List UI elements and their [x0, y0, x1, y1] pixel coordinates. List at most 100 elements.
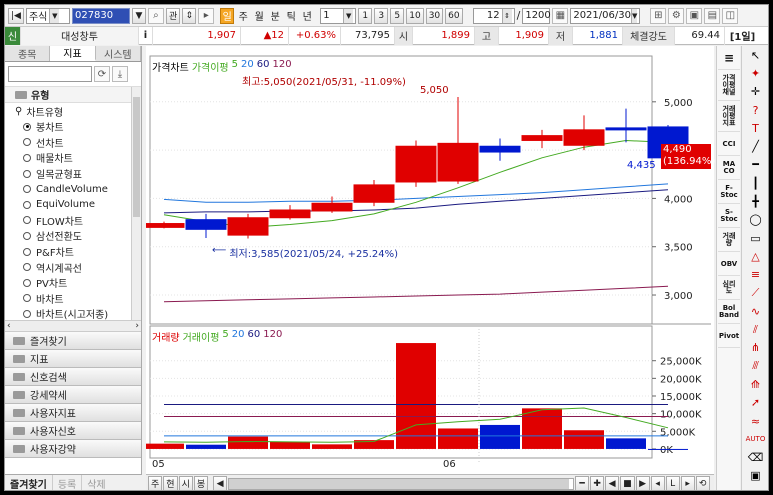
tab-indicators[interactable]: 지표: [50, 46, 96, 61]
related-tab-button[interactable]: 관: [165, 7, 181, 24]
count-input[interactable]: 12 ⇕: [472, 7, 515, 24]
grid-icon[interactable]: ▦: [552, 7, 569, 24]
cycle-icon[interactable]: ∿: [742, 302, 768, 320]
chart-type-item[interactable]: 삼선전환도: [5, 228, 141, 244]
cursor-icon[interactable]: ↖: [742, 46, 768, 64]
scroll-left-button[interactable]: ◀: [213, 475, 228, 490]
minute-1-button[interactable]: 1: [358, 7, 373, 24]
stop-button[interactable]: ■: [620, 475, 635, 490]
reset-button[interactable]: ⟲: [695, 475, 710, 490]
channel-icon[interactable]: ⫻: [742, 357, 768, 375]
category-item[interactable]: 사용자신호: [5, 422, 141, 440]
indicator-button[interactable]: Pivot: [718, 325, 740, 348]
zoom-candle-button[interactable]: 봉: [193, 475, 209, 490]
minute-60-button[interactable]: 60: [445, 7, 463, 24]
eraser-icon[interactable]: ⌫: [742, 449, 768, 467]
hline-icon[interactable]: ━: [742, 156, 768, 174]
category-item[interactable]: 사용자지표: [5, 404, 141, 422]
radio-icon[interactable]: [23, 294, 31, 303]
category-item[interactable]: 즐겨찾기: [5, 332, 141, 350]
radio-icon[interactable]: [23, 309, 31, 318]
triangle-icon[interactable]: △: [742, 247, 768, 265]
trendline-icon[interactable]: ╱: [742, 137, 768, 155]
chart-type-item[interactable]: EquiVolume: [5, 197, 141, 213]
pitchfork-icon[interactable]: ⋔: [742, 339, 768, 357]
indicator-button[interactable]: 거래 량: [718, 229, 740, 252]
fibo-icon[interactable]: ≡: [742, 266, 768, 284]
indicator-button[interactable]: 심리 도: [718, 277, 740, 300]
info-icon[interactable]: i: [139, 26, 153, 45]
arrow-icon[interactable]: ▸: [198, 7, 215, 24]
period-tick[interactable]: 틱: [284, 8, 298, 24]
magic-icon[interactable]: ✦: [742, 64, 768, 82]
chart-type-item[interactable]: P&F차트: [5, 244, 141, 260]
indicator-menu-icon[interactable]: ≡: [718, 47, 740, 70]
radio-icon[interactable]: [23, 263, 31, 272]
delete-button[interactable]: 삭제: [82, 475, 110, 490]
chart-type-item[interactable]: PV차트: [5, 275, 141, 291]
scroll-thumb[interactable]: [133, 97, 140, 217]
cross-line-icon[interactable]: ╋: [742, 192, 768, 210]
date-picker[interactable]: 2021/06/30 ▼: [570, 7, 641, 24]
stock-code-input[interactable]: 027830: [71, 7, 130, 24]
radio-icon[interactable]: [23, 169, 31, 178]
settings-icon[interactable]: ⚙: [668, 7, 685, 24]
speed-line-icon[interactable]: ⫽: [742, 320, 768, 338]
indicator-button[interactable]: F- Stoc: [718, 181, 740, 204]
chart-scroll-thumb[interactable]: [229, 478, 570, 489]
help-icon[interactable]: ?: [742, 101, 768, 119]
text-tool-icon[interactable]: T: [742, 119, 768, 137]
prev-stock-button[interactable]: |◀: [8, 7, 24, 24]
tree-subhead[interactable]: ⚲ 차트유형: [5, 103, 141, 119]
chart-area[interactable]: 3,000 3,500 4,000 5,000 0K 5,000K 10,000K 15,00…: [146, 46, 715, 491]
chart-type-item[interactable]: 선차트: [5, 135, 141, 151]
stepper-icon[interactable]: ⇕: [501, 8, 512, 23]
vline-icon[interactable]: ┃: [742, 174, 768, 192]
category-item[interactable]: 강세약세: [5, 386, 141, 404]
radio-icon[interactable]: [23, 231, 31, 240]
zoom-current-button[interactable]: 현: [163, 475, 178, 490]
chart-type-item[interactable]: 역시계곡선: [5, 259, 141, 275]
indicator-button[interactable]: OBV: [718, 253, 740, 276]
chart-hscroll[interactable]: [228, 477, 575, 490]
chart-type-item[interactable]: 바차트(시고저종): [5, 306, 141, 320]
tree-head[interactable]: 유형: [5, 87, 141, 103]
minute-5-button[interactable]: 5: [390, 7, 405, 24]
auto-icon[interactable]: AUTO: [742, 430, 768, 448]
tab-stocks[interactable]: 종목: [5, 46, 51, 61]
price-volume-chart[interactable]: 3,000 3,500 4,000 5,000 0K 5,000K 10,000K 15,00…: [146, 46, 714, 491]
first-button[interactable]: ◂: [650, 475, 665, 490]
register-button[interactable]: 등록: [53, 474, 83, 490]
tab-system[interactable]: 시스템: [95, 46, 141, 61]
save-icon[interactable]: ▣: [686, 7, 703, 24]
minute-3-button[interactable]: 3: [374, 7, 389, 24]
zoom-in-button[interactable]: ✚: [590, 475, 605, 490]
minute-select[interactable]: 1 ▼: [320, 7, 357, 24]
indicator-button[interactable]: MA CO: [718, 157, 740, 180]
download-icon[interactable]: ⤓: [112, 66, 128, 82]
period-day[interactable]: 일: [220, 7, 235, 24]
chart-type-item[interactable]: FLOW차트: [5, 213, 141, 229]
circle-icon[interactable]: ◯: [742, 211, 768, 229]
indicator-button[interactable]: Bol Band: [718, 301, 740, 324]
chart-type-item[interactable]: 봉차트: [5, 119, 141, 135]
zoom-time-button[interactable]: 시: [178, 475, 193, 490]
category-item[interactable]: 신호검색: [5, 368, 141, 386]
chevron-down-icon[interactable]: ▼: [49, 8, 60, 23]
next-button[interactable]: ▸: [680, 475, 695, 490]
indicator-button[interactable]: CCI: [718, 133, 740, 156]
radio-icon[interactable]: [23, 200, 31, 209]
refresh-icon[interactable]: ⟳: [94, 66, 110, 82]
layout-icon[interactable]: ◫: [722, 7, 739, 24]
tree-vscroll[interactable]: [131, 87, 141, 320]
scroll-left-icon[interactable]: ‹: [7, 321, 11, 331]
period-week[interactable]: 주: [236, 8, 250, 24]
zoom-week-button[interactable]: 주: [148, 475, 163, 490]
code-dropdown-button[interactable]: ▼: [131, 7, 146, 24]
stepper-button[interactable]: ⇕: [182, 7, 197, 24]
chevron-down-icon[interactable]: ▼: [343, 8, 354, 23]
radio-icon[interactable]: [23, 153, 31, 162]
zoom-out-button[interactable]: ━: [575, 475, 590, 490]
table-icon[interactable]: ⊞: [650, 7, 667, 24]
period-year[interactable]: 년: [300, 8, 314, 24]
